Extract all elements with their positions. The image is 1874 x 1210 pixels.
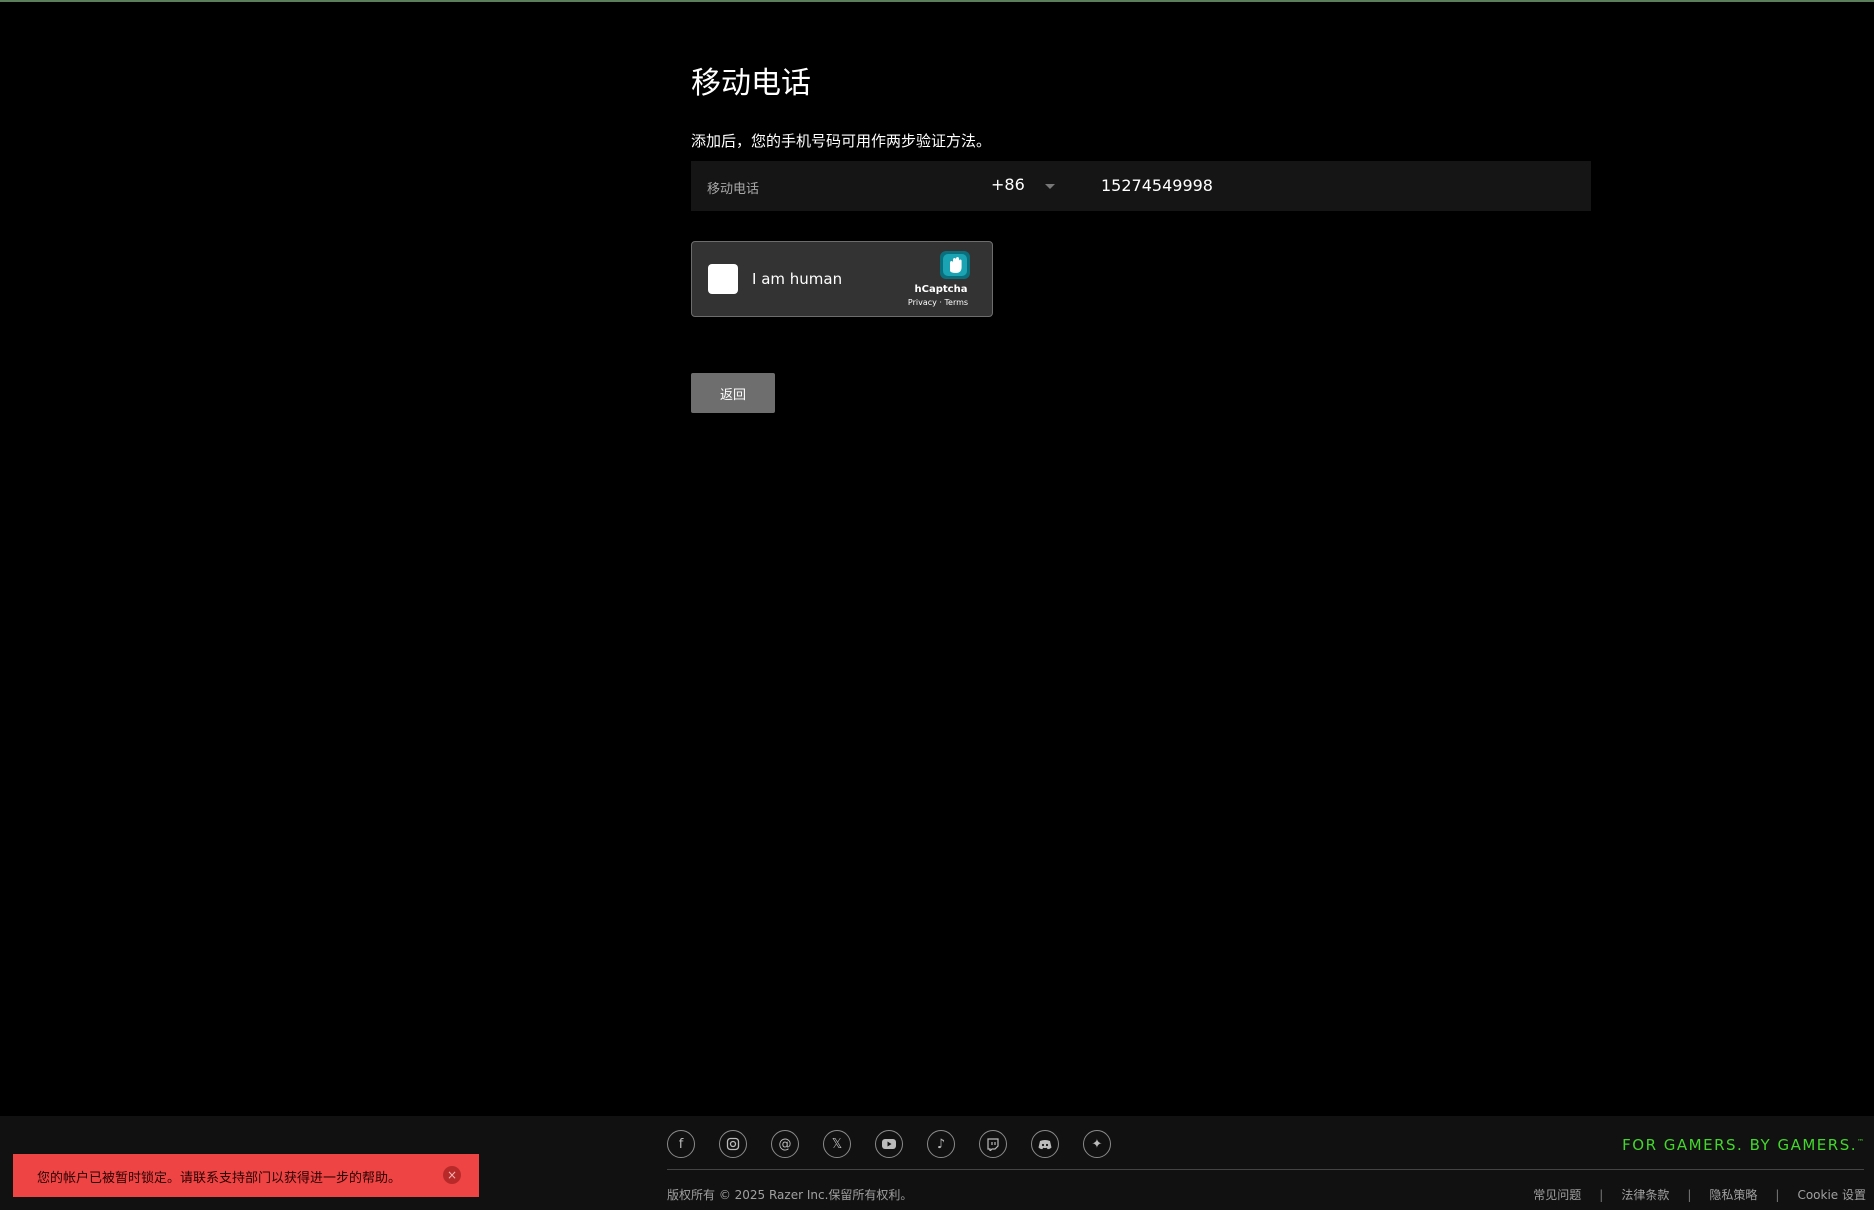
- cookie-settings-link[interactable]: Cookie 设置: [1797, 1188, 1866, 1202]
- instagram-icon[interactable]: [719, 1130, 747, 1158]
- facebook-icon[interactable]: f: [667, 1130, 695, 1158]
- page-description: 添加后，您的手机号码可用作两步验证方法。: [691, 132, 992, 150]
- privacy-policy-link[interactable]: 隐私策略: [1709, 1188, 1757, 1202]
- hcaptcha-logo-icon: [940, 251, 970, 279]
- country-code-select[interactable]: +86: [991, 175, 1025, 194]
- youtube-icon[interactable]: [875, 1130, 903, 1158]
- twitch-icon[interactable]: [979, 1130, 1007, 1158]
- legal-links: 常见问题 | 法律条款 | 隐私策略 | Cookie 设置: [1533, 1188, 1866, 1202]
- captcha-checkbox[interactable]: [708, 264, 738, 294]
- legal-terms-link[interactable]: 法律条款: [1621, 1188, 1669, 1202]
- faq-link[interactable]: 常见问题: [1533, 1188, 1581, 1202]
- captcha-label: I am human: [752, 270, 843, 288]
- phone-label: 移动电话: [707, 182, 760, 197]
- razer-icon[interactable]: ✦: [1083, 1130, 1111, 1158]
- threads-icon[interactable]: @: [771, 1130, 799, 1158]
- hcaptcha-widget: I am human hCaptcha Privacy · Terms: [691, 241, 993, 317]
- phone-field: 移动电话 +86: [691, 161, 1591, 211]
- close-icon[interactable]: ×: [443, 1166, 461, 1184]
- hcaptcha-links[interactable]: Privacy · Terms: [888, 298, 988, 307]
- chevron-down-icon[interactable]: [1045, 184, 1055, 189]
- tiktok-icon[interactable]: ♪: [927, 1130, 955, 1158]
- page-title: 移动电话: [691, 66, 811, 101]
- error-toast: 您的帐户已被暂时锁定。请联系支持部门以获得进一步的帮助。 ×: [13, 1154, 479, 1197]
- toast-message: 您的帐户已被暂时锁定。请联系支持部门以获得进一步的帮助。: [37, 1171, 402, 1186]
- copyright: 版权所有 © 2025 Razer Inc.保留所有权利。: [667, 1188, 913, 1202]
- footer-divider: [667, 1169, 1864, 1170]
- tagline: FOR GAMERS. BY GAMERS.™: [1622, 1136, 1864, 1154]
- phone-number-input[interactable]: [1101, 176, 1401, 195]
- x-icon[interactable]: 𝕏: [823, 1130, 851, 1158]
- hcaptcha-brand: hCaptcha: [914, 284, 968, 295]
- discord-icon[interactable]: [1031, 1130, 1059, 1158]
- top-accent-line: [0, 0, 1874, 2]
- back-button[interactable]: 返回: [691, 373, 775, 413]
